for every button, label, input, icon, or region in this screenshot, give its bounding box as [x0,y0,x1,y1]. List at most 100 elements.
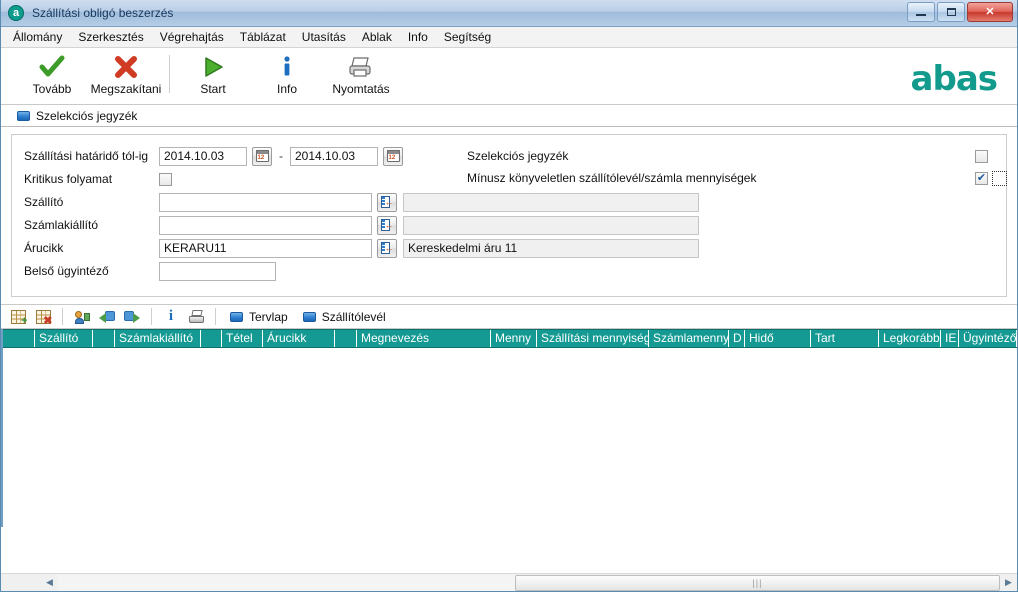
menu-item-utasitas[interactable]: Utasítás [294,28,354,46]
blue-chip-icon [17,110,30,121]
calendar-icon: 12 [255,150,269,162]
table-column-header[interactable]: IE [941,330,959,347]
arrow-right-icon [124,310,140,323]
product-lookup-button[interactable]: ← [377,238,397,258]
table-header-row: Szállító Számlakiállító Tétel Árucikk Megnev… [3,329,1017,348]
supplier-label: Szállító [24,195,64,209]
invoicing-party-lookup-button[interactable]: ← [377,215,397,235]
info-button[interactable]: Info [250,48,324,96]
table-column-header[interactable]: Árucikk [263,330,335,347]
invoicing-party-description-field [403,215,699,235]
minimize-button[interactable] [907,2,935,22]
field-selection-list: Szelekciós jegyzék [467,145,1007,167]
table-column-header[interactable]: Menny [491,330,537,347]
delivery-deadline-to-calendar-button[interactable]: 12 [383,146,403,166]
internal-agent-label: Belső ügyintéző [24,264,109,278]
menu-item-allomany[interactable]: Állomány [5,28,70,46]
table-column-header[interactable]: Megnevezés [357,330,491,347]
table-column-header[interactable]: Hidő [745,330,811,347]
tab-selection-list-label: Szelekciós jegyzék [36,108,138,123]
scrollbar-track[interactable]: ||| [58,574,1000,591]
table-add-icon: + [10,309,28,326]
table-column-header[interactable]: Legkorábbi [879,330,941,347]
main-toolbar: Tovább Megszakítani Start Info Nyomtatás… [1,48,1017,105]
title-bar: a Szállítási obligó beszerzés ✕ [1,0,1017,27]
menu-item-info[interactable]: Info [400,28,436,46]
supplier-input[interactable] [159,192,372,212]
table-column-header[interactable]: Számlamenny [649,330,729,347]
critical-process-checkbox[interactable] [159,172,172,186]
back-button[interactable] [96,306,118,327]
calendar-icon: 12 [386,150,400,162]
table-column-header[interactable]: Szállító [35,330,93,347]
table-column-header[interactable]: Számlakiállító [115,330,201,347]
forward-button[interactable] [121,306,143,327]
supplier-lookup-button[interactable]: ← [377,192,397,212]
table-column-header[interactable] [3,330,35,347]
product-label: Árucikk [24,241,64,255]
continue-button-label: Tovább [32,82,72,96]
print-button[interactable]: Nyomtatás [324,48,398,96]
minimize-icon [916,14,926,16]
tab-selection-list[interactable]: Szelekciós jegyzék [11,107,143,125]
start-button[interactable]: Start [176,48,250,96]
printer-icon [347,53,375,80]
tab-szallitolevel-label: Szállítólevél [321,309,386,324]
menu-item-tablazat[interactable]: Táblázat [232,28,294,46]
table-column-header[interactable]: D [729,330,745,347]
tab-szallitolevel[interactable]: Szállítólevél [297,308,392,326]
cancel-button[interactable]: Megszakítani [89,48,163,96]
window-controls: ✕ [907,2,1013,22]
internal-agent-input[interactable] [159,261,276,281]
table-column-header[interactable] [335,330,357,347]
delivery-deadline-from-input[interactable] [159,146,247,166]
horizontal-scrollbar[interactable]: ◀ ||| ▶ [1,573,1017,591]
field-supplier: Szállító ← [24,191,1006,213]
table-print-button[interactable] [185,306,207,327]
minus-quantities-checkbox[interactable]: ✔ [975,171,988,185]
product-input[interactable] [159,238,372,258]
selection-list-checkbox[interactable] [975,149,988,163]
table-column-header[interactable]: Tétel [222,330,263,347]
table-delete-icon: ✖ [35,309,53,326]
start-button-label: Start [200,82,226,96]
delivery-deadline-from-calendar-button[interactable]: 12 [252,146,272,166]
add-row-button[interactable]: + [7,306,29,327]
toolbar-separator [62,308,63,325]
toolbar-separator [151,308,152,325]
info-icon: i [168,308,174,324]
scroll-left-button[interactable]: ◀ [41,575,58,591]
table-info-button[interactable]: i [160,306,182,327]
selection-panel: Szállítási határidő tól-ig 12 - 12 Kriti… [11,134,1007,297]
delivery-deadline-label: Szállítási határidő tól-ig [24,149,149,163]
lookup-icon: ← [380,219,394,231]
blue-chip-icon [302,311,316,322]
close-button[interactable]: ✕ [967,2,1013,22]
menu-item-vegrehajtas[interactable]: Végrehajtás [152,28,232,46]
table-column-header[interactable]: Tart [811,330,879,347]
delete-row-button[interactable]: ✖ [32,306,54,327]
lookup-icon: ← [380,196,394,208]
menu-item-szerkesztes[interactable]: Szerkesztés [70,28,151,46]
person-icon [74,310,90,324]
toolbar-separator [169,55,170,93]
table-column-header[interactable] [93,330,115,347]
menu-item-segitseg[interactable]: Segítség [436,28,499,46]
table-column-header[interactable] [201,330,222,347]
table-column-header[interactable]: Szállítási mennyiség [537,330,649,347]
invoicing-party-input[interactable] [159,215,372,235]
menu-bar: Állomány Szerkesztés Végrehajtás Tábláza… [1,27,1017,48]
scroll-right-button[interactable]: ▶ [1000,575,1017,591]
maximize-button[interactable] [937,2,965,22]
abas-logo: abas [910,59,998,99]
contact-button[interactable] [71,306,93,327]
continue-button[interactable]: Tovább [15,48,89,96]
form-area: Szállítási határidő tól-ig 12 - 12 Kriti… [1,127,1017,297]
scrollbar-thumb[interactable]: ||| [514,574,1000,591]
field-minus-quantities: Mínusz könyveletlen szállítólevél/számla… [467,167,1007,189]
field-invoicing-party: Számlakiállító ← [24,214,1006,236]
tab-tervlap[interactable]: Tervlap [224,308,294,326]
menu-item-ablak[interactable]: Ablak [354,28,400,46]
table-column-header[interactable]: Ügyintéző [959,330,1017,347]
delivery-deadline-to-input[interactable] [290,146,378,166]
